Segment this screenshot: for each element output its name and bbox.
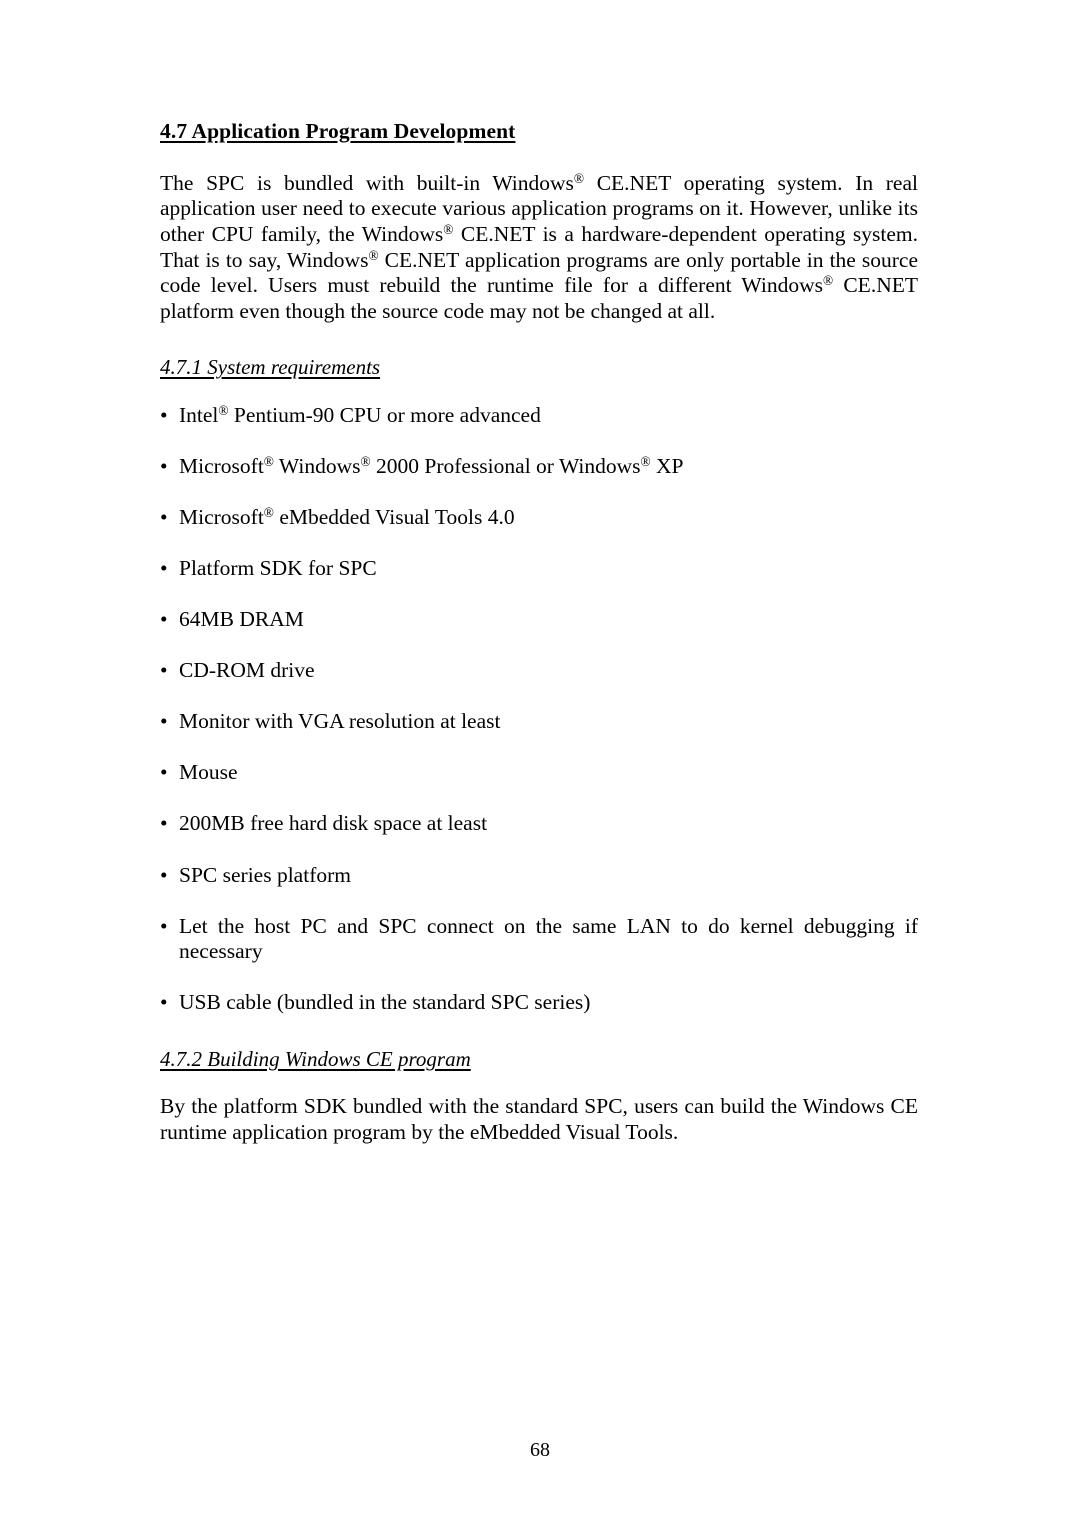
bullet-text-seg4: XP — [650, 453, 684, 478]
list-item: CD-ROM drive — [160, 658, 918, 684]
list-item: Intel® Pentium-90 CPU or more advanced — [160, 403, 918, 429]
page-number: 68 — [530, 1439, 550, 1461]
subsection-2-heading-text: 4.7.2 Building Windows CE program — [160, 1046, 471, 1071]
bullet-text-seg2: Windows — [273, 453, 361, 478]
intro-paragraph: The SPC is bundled with built-in Windows… — [160, 171, 918, 325]
list-item: 64MB DRAM — [160, 607, 918, 633]
list-item: USB cable (bundled in the standard SPC s… — [160, 990, 918, 1016]
registered-mark-icon: ® — [263, 504, 274, 520]
bullet-text-pre: Microsoft — [179, 504, 264, 529]
subsection-1-heading-text: 4.7.1 System requirements — [160, 355, 381, 380]
intro-segment-1: The SPC is bundled with built-in Windows — [160, 170, 574, 195]
page-content: 4.7 Application Program Development The … — [160, 118, 918, 1145]
registered-mark-icon: ® — [368, 247, 379, 263]
list-item: Let the host PC and SPC connect on the s… — [160, 914, 918, 965]
subsection-heading-building-windows-ce-program: 4.7.2 Building Windows CE program — [160, 1046, 918, 1072]
closing-paragraph: By the platform SDK bundled with the sta… — [160, 1094, 918, 1144]
registered-mark-icon: ® — [218, 402, 229, 418]
section-heading-text: 4.7 Application Program Development — [160, 119, 516, 143]
registered-mark-icon: ® — [360, 453, 371, 469]
registered-mark-icon: ® — [263, 453, 274, 469]
list-item: 200MB free hard disk space at least — [160, 811, 918, 837]
bullet-text-post: Pentium-90 CPU or more advanced — [228, 402, 541, 427]
subsection-heading-system-requirements: 4.7.1 System requirements — [160, 354, 918, 380]
bullet-text-post: eMbedded Visual Tools 4.0 — [273, 504, 515, 529]
list-item: Microsoft® eMbedded Visual Tools 4.0 — [160, 505, 918, 531]
registered-mark-icon: ® — [640, 453, 651, 469]
bullet-text-seg3: 2000 Professional or Windows — [370, 453, 641, 478]
page-title: 4.7 Application Program Development — [160, 118, 918, 145]
system-requirements-list: Intel® Pentium-90 CPU or more advanced M… — [160, 403, 918, 1016]
list-item: Mouse — [160, 760, 918, 786]
list-item: Monitor with VGA resolution at least — [160, 709, 918, 735]
registered-mark-icon: ® — [573, 170, 585, 186]
list-item: Platform SDK for SPC — [160, 556, 918, 582]
list-item: SPC series platform — [160, 863, 918, 889]
list-item: Microsoft® Windows® 2000 Professional or… — [160, 454, 918, 480]
registered-mark-icon: ® — [822, 273, 834, 289]
bullet-text-seg1: Microsoft — [179, 453, 264, 478]
bullet-text-pre: Intel — [179, 402, 219, 427]
registered-mark-icon: ® — [443, 222, 454, 238]
document-page: 4.7 Application Program Development The … — [0, 0, 1080, 1528]
